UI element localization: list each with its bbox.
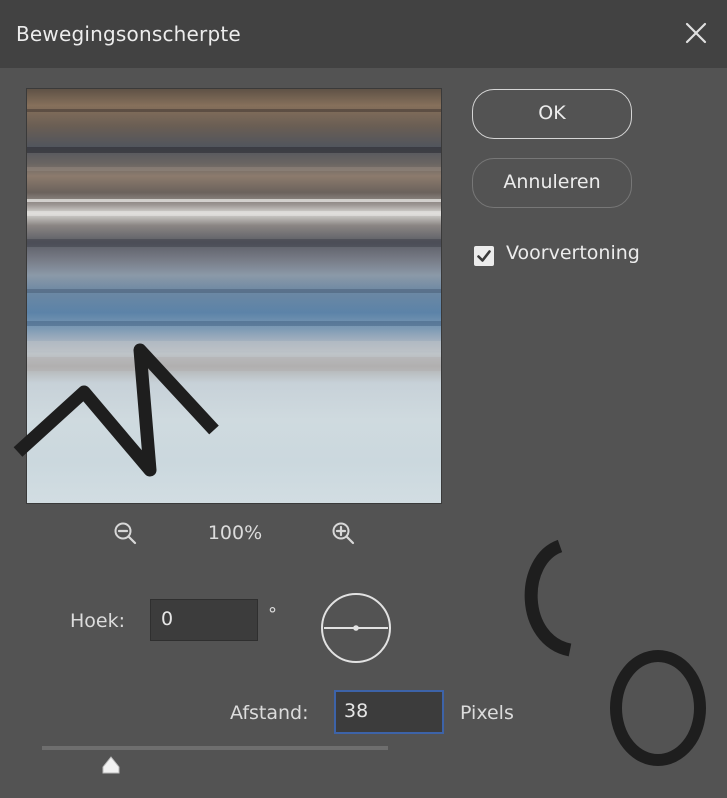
angle-unit: ° <box>268 604 277 625</box>
dialog-title: Bewegingsonscherpte <box>16 22 241 46</box>
angle-input[interactable]: 0 <box>150 599 258 641</box>
angle-label: Hoek: <box>70 610 126 632</box>
angle-dial[interactable] <box>318 590 394 666</box>
distance-slider-thumb[interactable] <box>101 756 121 774</box>
title-bar: Bewegingsonscherpte <box>0 0 727 68</box>
zoom-level: 100% <box>207 522 263 544</box>
zoom-in-icon[interactable] <box>330 520 356 546</box>
cancel-button[interactable]: Annuleren <box>472 158 632 208</box>
preview-checkbox-label[interactable]: Voorvertoning <box>506 242 640 264</box>
preview-image[interactable] <box>26 88 442 504</box>
close-icon[interactable] <box>679 16 713 50</box>
distance-unit: Pixels <box>460 702 514 724</box>
distance-input[interactable]: 38 <box>334 690 444 734</box>
zoom-out-icon[interactable] <box>112 520 138 546</box>
ok-button[interactable]: OK <box>472 89 632 139</box>
preview-checkbox[interactable] <box>474 246 494 266</box>
distance-slider-track[interactable] <box>42 746 388 750</box>
distance-label: Afstand: <box>230 702 309 724</box>
